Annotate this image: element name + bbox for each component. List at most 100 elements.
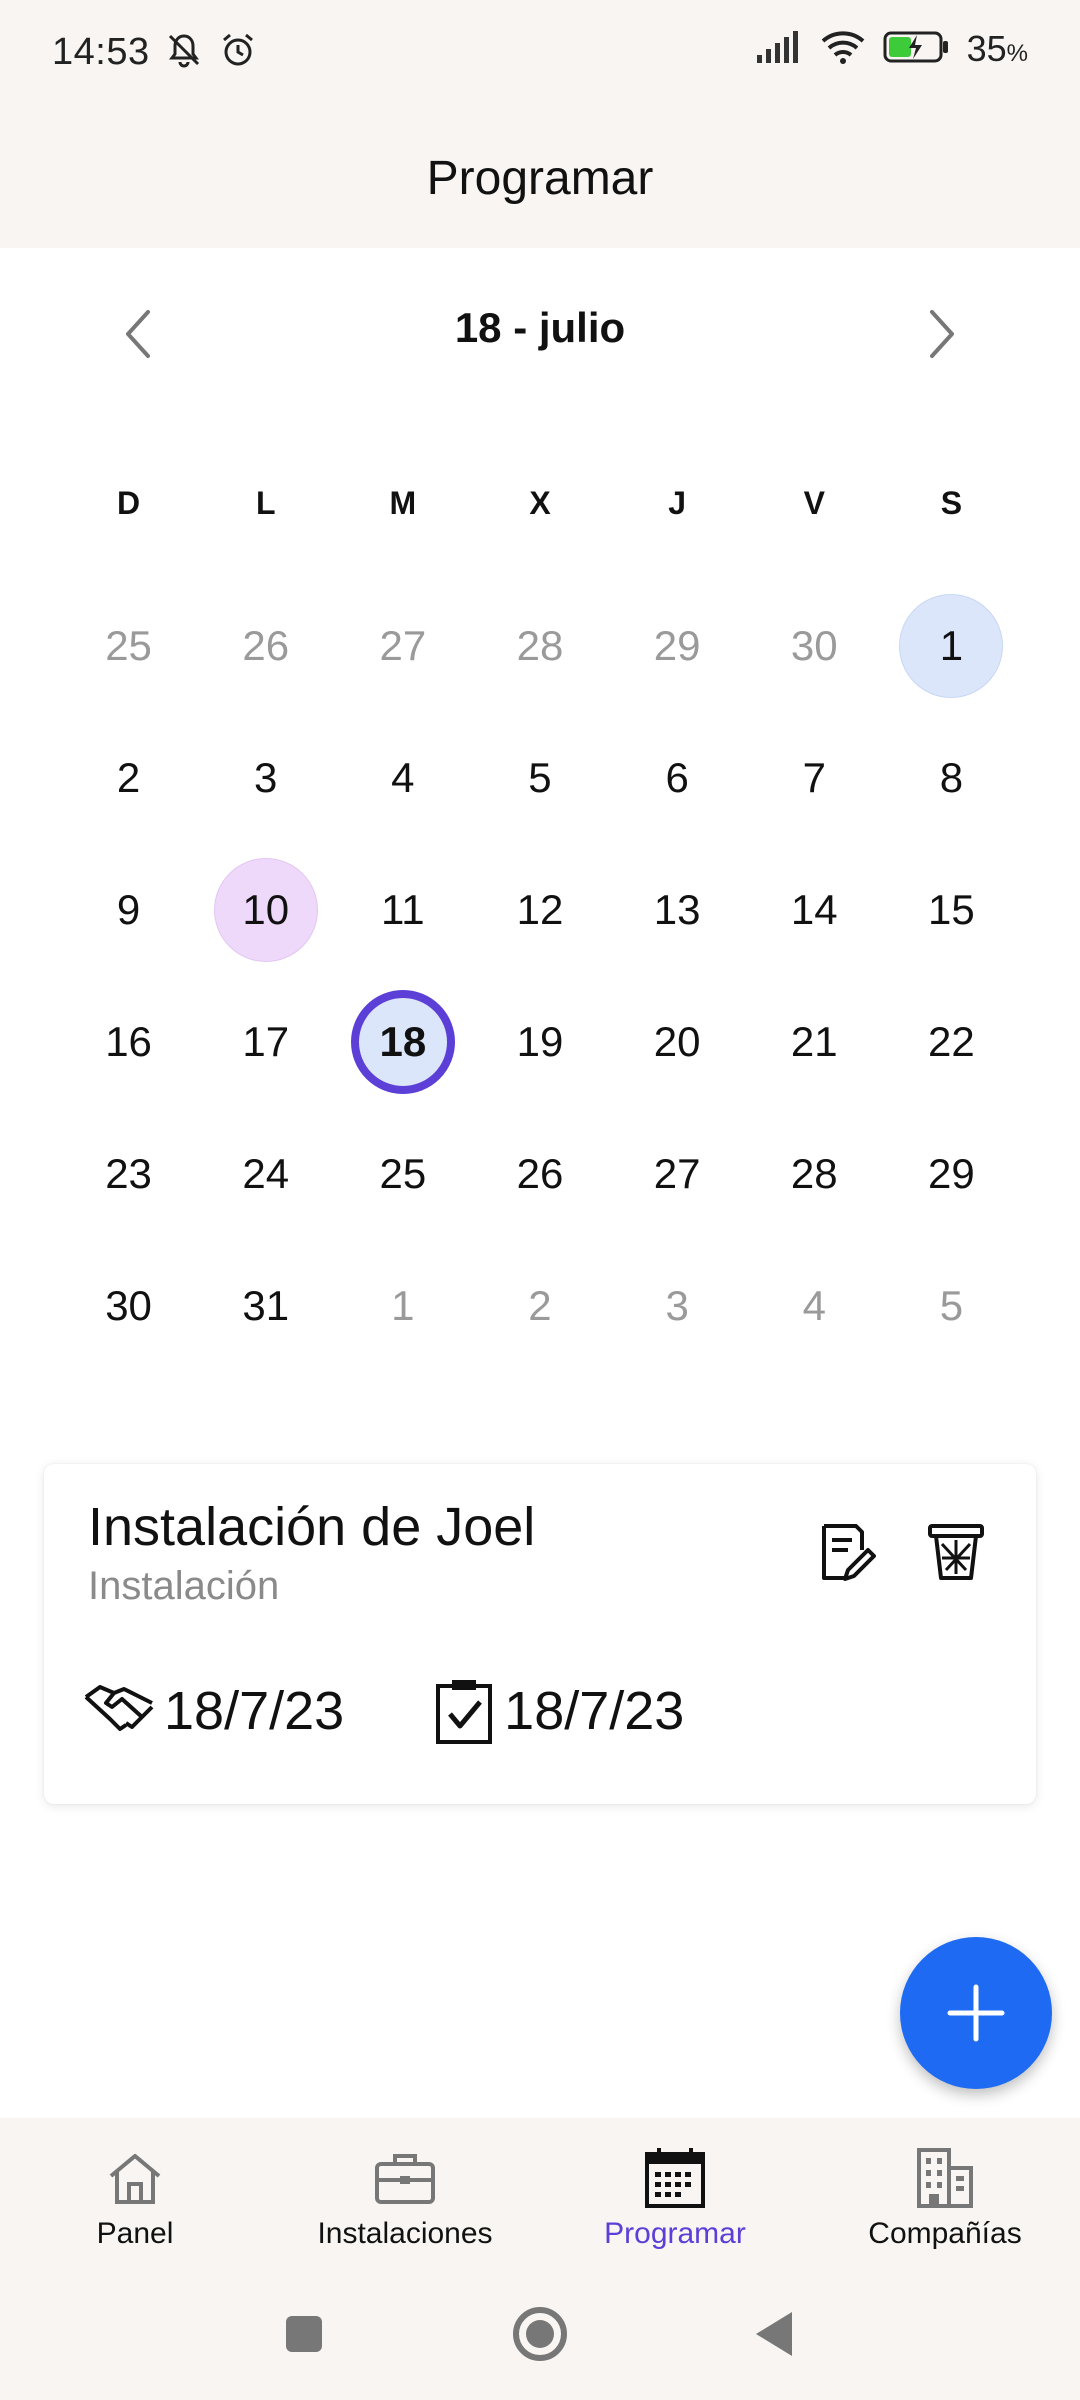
day-cell: 29 (609, 580, 746, 712)
signal-icon (755, 29, 803, 70)
day-button[interactable]: 5 (899, 1254, 1003, 1358)
chevron-right-icon (930, 310, 954, 358)
buildings-icon (917, 2148, 973, 2208)
back-button[interactable] (742, 2302, 806, 2366)
day-button[interactable]: 25 (77, 594, 181, 698)
day-button[interactable]: 24 (214, 1122, 318, 1226)
day-button[interactable]: 29 (625, 594, 729, 698)
day-button[interactable]: 14 (762, 858, 866, 962)
nav-item-instalaciones[interactable]: Instalaciones (270, 2118, 540, 2268)
calendar-icon (645, 2148, 705, 2208)
day-button[interactable]: 6 (625, 726, 729, 830)
day-button[interactable]: 26 (488, 1122, 592, 1226)
day-button[interactable]: 15 (899, 858, 1003, 962)
delete-event-button[interactable] (926, 1520, 986, 1584)
edit-note-icon (822, 1524, 876, 1581)
day-button[interactable]: 27 (625, 1122, 729, 1226)
home-icon (109, 2154, 161, 2204)
handshake-icon (84, 1685, 154, 1731)
day-button[interactable]: 28 (762, 1122, 866, 1226)
day-cell: 17 (197, 976, 334, 1108)
weekday-label: X (529, 485, 551, 521)
day-button[interactable]: 12 (488, 858, 592, 962)
day-button[interactable]: 21 (762, 990, 866, 1094)
next-month-button[interactable] (912, 304, 972, 364)
day-cell: 28 (471, 580, 608, 712)
day-cell: 9 (60, 844, 197, 976)
day-cell: 20 (609, 976, 746, 1108)
day-cell: 27 (609, 1108, 746, 1240)
day-button[interactable]: 1 (899, 594, 1004, 698)
day-button[interactable]: 19 (488, 990, 592, 1094)
day-cell: 28 (746, 1108, 883, 1240)
nav-item-companias[interactable]: Compañías (810, 2118, 1080, 2268)
page-title: Programar (426, 151, 654, 205)
weekday-label: S (940, 485, 963, 521)
day-cell: 11 (334, 844, 471, 976)
day-cell: 26 (471, 1108, 608, 1240)
day-button[interactable]: 13 (625, 858, 729, 962)
end-date: 18/7/23 (434, 1678, 684, 1744)
day-button[interactable]: 22 (899, 990, 1003, 1094)
start-date-text: 18/7/23 (164, 1681, 345, 1741)
nav-item-programar[interactable]: Programar (540, 2118, 810, 2268)
system-nav-bar (0, 2268, 1080, 2400)
day-button[interactable]: 26 (214, 594, 318, 698)
battery-icon (883, 29, 951, 70)
day-button[interactable]: 25 (351, 1122, 455, 1226)
day-button[interactable]: 2 (77, 726, 181, 830)
day-cell: 8 (883, 712, 1020, 844)
day-button[interactable]: 8 (899, 726, 1003, 830)
event-actions (816, 1520, 986, 1584)
recents-button[interactable] (272, 2302, 336, 2366)
day-cell: 18 (334, 976, 471, 1108)
day-button[interactable]: 29 (899, 1122, 1003, 1226)
bottom-nav: Panel Instalaciones Programar Compañías (0, 2118, 1080, 2268)
day-button[interactable]: 7 (762, 726, 866, 830)
day-button[interactable]: 20 (625, 990, 729, 1094)
day-button[interactable]: 31 (214, 1254, 318, 1358)
day-button[interactable]: 3 (214, 726, 318, 830)
add-event-button[interactable] (900, 1937, 1052, 2089)
nav-item-panel[interactable]: Panel (0, 2118, 270, 2268)
day-button[interactable]: 11 (351, 858, 455, 962)
nav-label-programar: Programar (604, 2217, 746, 2250)
clipboard-check-icon (436, 1680, 493, 1744)
home-button[interactable] (508, 2302, 572, 2366)
day-cell: 19 (471, 976, 608, 1108)
day-button[interactable]: 17 (214, 990, 318, 1094)
day-cell: 13 (609, 844, 746, 976)
day-button[interactable]: 23 (77, 1122, 181, 1226)
nav-label-companias: Compañías (868, 2217, 1022, 2250)
plus-icon (947, 1984, 1005, 2042)
event-card[interactable]: Instalación de Joel Instalación 18/7/23 … (44, 1464, 1036, 1804)
day-button[interactable]: 30 (762, 594, 866, 698)
square-icon (286, 2316, 322, 2352)
day-cell: 26 (197, 580, 334, 712)
day-selected[interactable]: 18 (350, 990, 455, 1094)
day-button[interactable]: 3 (625, 1254, 729, 1358)
weekday-label: M (389, 485, 417, 521)
day-button[interactable]: 9 (77, 858, 181, 962)
day-button[interactable]: 30 (77, 1254, 181, 1358)
day-button[interactable]: 1 (351, 1254, 455, 1358)
edit-event-button[interactable] (816, 1520, 876, 1584)
nav-label-panel: Panel (96, 2217, 174, 2250)
day-cell: 29 (883, 1108, 1020, 1240)
day-button[interactable]: 16 (77, 990, 181, 1094)
triangle-back-icon (756, 2312, 792, 2356)
calendar-grid: 25 26 27 28 29 30 1 2 3 4 5 6 7 8 9 10 11 12 13 14 15 16 17 18 1… (60, 580, 1020, 1372)
day-button[interactable]: 10 (213, 858, 318, 962)
day-button[interactable]: 28 (488, 594, 592, 698)
day-button[interactable]: 4 (351, 726, 455, 830)
day-button[interactable]: 4 (762, 1254, 866, 1358)
day-cell: 25 (60, 580, 197, 712)
day-button[interactable]: 2 (488, 1254, 592, 1358)
wifi-icon (819, 29, 867, 70)
day-cell: 1 (334, 1240, 471, 1372)
battery-level: 35% (966, 28, 1028, 69)
day-button[interactable]: 5 (488, 726, 592, 830)
weekday-label: V (803, 485, 825, 521)
day-cell: 12 (471, 844, 608, 976)
day-button[interactable]: 27 (351, 594, 455, 698)
